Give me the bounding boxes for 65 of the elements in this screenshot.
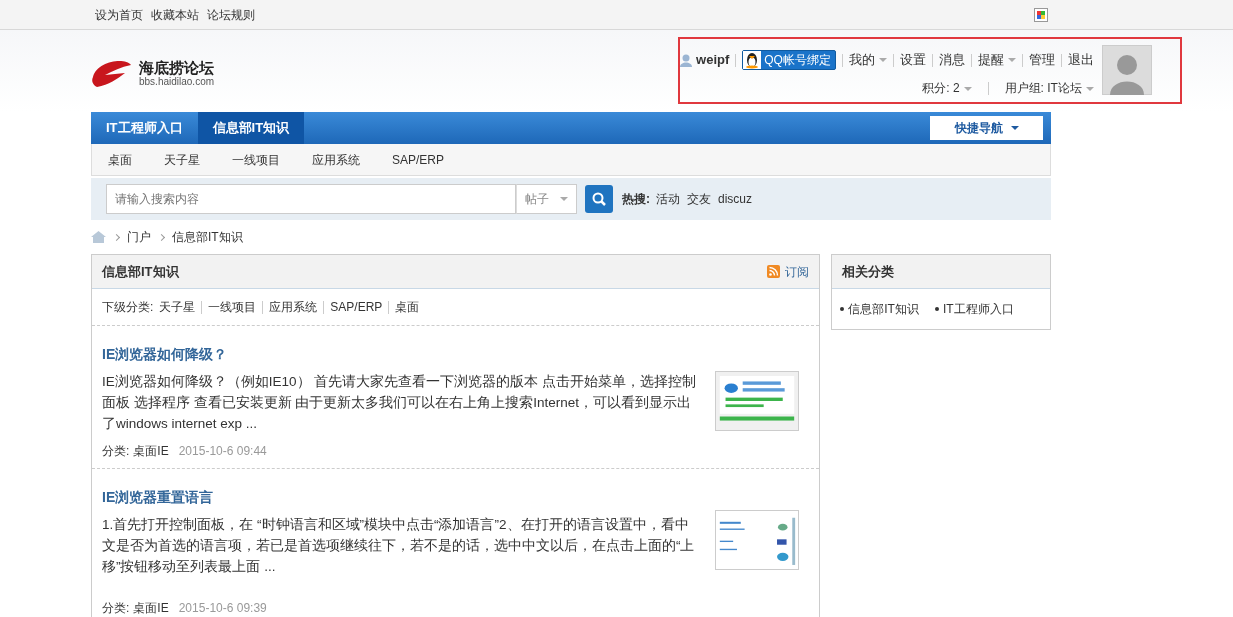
qq-bind-button[interactable]: QQ帐号绑定	[742, 50, 836, 70]
nav-tab[interactable]: IT工程师入口	[91, 112, 198, 144]
search-type-dropdown[interactable]: 帖子	[516, 184, 577, 214]
search-icon	[592, 192, 606, 206]
palette-icon[interactable]	[1034, 7, 1048, 22]
category-link[interactable]: 桌面IE	[133, 442, 169, 460]
top-link[interactable]: 设为首页	[95, 5, 143, 24]
subnav-link[interactable]: 桌面	[108, 150, 132, 169]
category-link[interactable]: 信息部IT知识	[848, 300, 919, 318]
menu-link[interactable]: 我的	[848, 50, 887, 70]
hot-search-label: 热搜:	[622, 191, 650, 208]
subcategory-link[interactable]: SAP/ERP	[330, 298, 383, 316]
nav-tab[interactable]: 信息部IT知识	[197, 112, 305, 144]
subcategory-label: 下级分类:	[102, 299, 154, 316]
penguin-icon	[743, 51, 762, 69]
breadcrumb-link[interactable]: 信息部IT知识	[172, 228, 243, 246]
article-date: 2015-10-6 09:44	[178, 443, 267, 460]
hot-search-link[interactable]: discuz	[718, 190, 752, 208]
bullet-icon	[934, 307, 939, 311]
card-title: 信息部IT知识	[102, 262, 179, 281]
search-field[interactable]: 请输入搜索内容	[106, 184, 516, 214]
menu-link[interactable]: 退出	[1067, 50, 1094, 70]
search-button[interactable]	[585, 185, 613, 213]
menu-link[interactable]: 提醒	[977, 50, 1016, 70]
article-summary: IE浏览器如何降级？（例如IE10） 首先请大家先查看一下浏览器的版本 点击开始菜单，选择控制面板 选择程序 查看已安装更新 由于更新太多我们可以在右上角上搜索Internet，可以看到显示出了windows internet exp ...	[102, 373, 698, 433]
subcategory-link[interactable]: 天子星	[159, 298, 196, 316]
menu-link[interactable]: 消息	[938, 50, 965, 70]
article-title[interactable]: IE浏览器如何降级？	[102, 344, 810, 365]
logo[interactable]: 海底捞论坛 bbs.haidilao.com	[91, 56, 215, 90]
rss-icon	[767, 265, 781, 278]
article-summary: 1.首先打开控制面板，在 “时钟语言和区域”模块中点击“添加语言”2、在打开的语言设置中，看中文是否为首选的语言项，若已是首选项继续往下，若不是的话，选中中文以后，在点击上面的“上移”按钮移动至列表最上面 ...	[102, 516, 696, 576]
subnav-link[interactable]: 一线项目	[232, 150, 280, 169]
breadcrumb-link[interactable]: 门户	[127, 228, 151, 246]
username-link[interactable]: weipf	[696, 50, 730, 70]
top-link[interactable]: 收藏本站	[151, 5, 199, 24]
category-label: 分类:	[102, 443, 130, 460]
hot-search-link[interactable]: 交友	[687, 190, 711, 208]
quick-nav-button[interactable]: 快捷导航	[930, 116, 1043, 140]
menu-link[interactable]: 设置	[899, 50, 926, 70]
subcategory-link[interactable]: 应用系统	[269, 298, 318, 316]
category-label: 分类:	[102, 600, 130, 617]
logo-text: 海底捞论坛	[139, 59, 215, 75]
article-date: 2015-10-6 09:39	[178, 600, 267, 617]
category-link[interactable]: 桌面IE	[133, 599, 169, 617]
card-title: 相关分类	[842, 262, 895, 281]
subnav-link[interactable]: 天子星	[164, 150, 200, 169]
subscribe-link[interactable]: 订阅	[767, 262, 810, 281]
home-icon[interactable]	[91, 231, 106, 243]
menu-link[interactable]: 管理	[1028, 50, 1055, 70]
logo-url: bbs.haidilao.com	[139, 76, 215, 87]
subcategory-link[interactable]: 一线项目	[208, 298, 257, 316]
caret-icon	[1010, 126, 1019, 130]
subcategory-link[interactable]: 桌面	[395, 298, 420, 316]
stat-link[interactable]: 积分: 2	[922, 79, 972, 97]
subnav-link[interactable]: SAP/ERP	[392, 150, 445, 169]
user-icon	[680, 53, 693, 67]
bullet-icon	[840, 307, 845, 311]
hot-search-link[interactable]: 活动	[656, 190, 680, 208]
caret-icon	[560, 197, 568, 201]
subnav-link[interactable]: 应用系统	[312, 150, 360, 169]
stat-link[interactable]: 用户组: IT论坛	[1004, 79, 1094, 97]
avatar[interactable]	[1101, 45, 1152, 95]
article-title[interactable]: IE浏览器重置语言	[102, 487, 810, 508]
top-link[interactable]: 论坛规则	[207, 5, 255, 24]
category-link[interactable]: IT工程师入口	[942, 300, 1014, 318]
